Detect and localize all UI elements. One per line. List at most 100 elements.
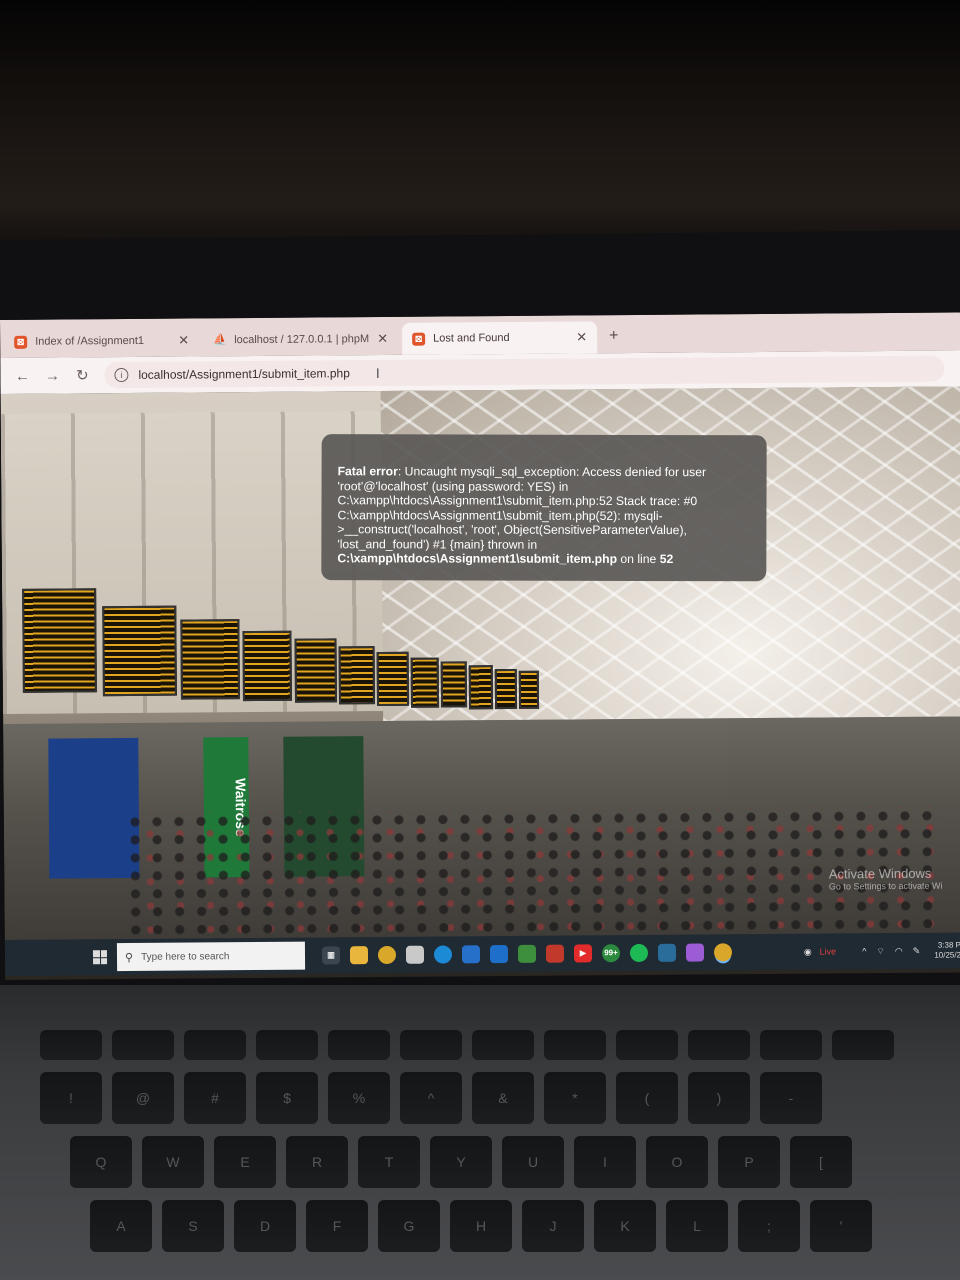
key[interactable]: T: [358, 1136, 420, 1188]
departure-boards: [22, 585, 563, 710]
keyboard: ! @ # $ % ^ & * ( ) - Q W E R T Y U I O …: [40, 1030, 960, 1264]
laptop-screen: ⊠ Index of /Assignment1 ✕ ⛵ localhost / …: [0, 312, 960, 980]
app-icon-2[interactable]: [657, 943, 677, 962]
key[interactable]: G: [378, 1200, 440, 1252]
copilot-icon[interactable]: [685, 943, 705, 962]
windows-taskbar: ⚲ Type here to search ▥ ▶ 99+ ◉ Live ^ ⌔…: [4, 932, 960, 976]
key[interactable]: W: [142, 1136, 204, 1188]
chrome-icon[interactable]: [377, 945, 397, 965]
tab-label: Lost and Found: [433, 331, 510, 345]
pen-icon[interactable]: ✎: [913, 945, 921, 956]
function-key-row: [40, 1030, 960, 1060]
key[interactable]: O: [646, 1136, 708, 1188]
room-background: [0, 0, 960, 240]
live-label[interactable]: Live: [820, 946, 837, 956]
xampp-favicon-icon: ⊠: [412, 332, 426, 346]
key[interactable]: [: [790, 1136, 852, 1188]
file-explorer-icon[interactable]: [349, 946, 369, 965]
key[interactable]: #: [184, 1072, 246, 1124]
phpmyadmin-favicon-icon: ⛵: [213, 333, 227, 346]
key[interactable]: @: [112, 1072, 174, 1124]
laptop-keyboard-deck: ! @ # $ % ^ & * ( ) - Q W E R T Y U I O …: [0, 985, 960, 1280]
key[interactable]: Y: [430, 1136, 492, 1188]
task-view-icon[interactable]: ▥: [321, 946, 341, 965]
key[interactable]: Q: [70, 1136, 132, 1188]
app-icon[interactable]: [517, 944, 537, 963]
key[interactable]: A: [90, 1200, 152, 1252]
page-background-photo: Waitrose Fatal error: Uncaught mysqli_sq…: [0, 386, 960, 944]
key[interactable]: H: [450, 1200, 512, 1252]
key[interactable]: E: [214, 1136, 276, 1188]
edge-icon[interactable]: [433, 945, 453, 964]
new-tab-button[interactable]: +: [609, 327, 618, 345]
system-tray: ◉ Live ^ ⌔ ◠ ✎ 3:38 P 10/25/2: [804, 940, 960, 961]
reload-icon[interactable]: ↻: [74, 366, 90, 384]
error-label: Fatal error: [337, 464, 398, 479]
store-icon[interactable]: [405, 945, 425, 964]
key[interactable]: J: [522, 1200, 584, 1252]
search-placeholder: Type here to search: [141, 950, 230, 963]
key[interactable]: !: [40, 1072, 102, 1124]
key[interactable]: ': [810, 1200, 872, 1252]
pinned-apps: ▥ ▶ 99+: [317, 943, 737, 965]
key[interactable]: ): [688, 1072, 750, 1124]
youtube-icon[interactable]: ▶: [573, 944, 593, 963]
key[interactable]: K: [594, 1200, 656, 1252]
forward-arrow-icon[interactable]: →: [44, 367, 60, 384]
key[interactable]: D: [234, 1200, 296, 1252]
back-arrow-icon[interactable]: ←: [14, 367, 30, 384]
fatal-error-message: Fatal error: Uncaught mysqli_sql_excepti…: [321, 434, 767, 581]
vscode-icon[interactable]: [461, 945, 481, 964]
watermark-title: Activate Windows: [828, 865, 932, 882]
windows-start-icon[interactable]: [92, 950, 108, 965]
crowd: [123, 806, 945, 944]
key[interactable]: &: [472, 1072, 534, 1124]
key[interactable]: S: [162, 1200, 224, 1252]
close-icon[interactable]: ✕: [178, 333, 189, 349]
chevron-up-icon[interactable]: ^: [862, 946, 866, 956]
tab-index-assignment1[interactable]: ⊠ Index of /Assignment1 ✕: [4, 324, 199, 358]
error-on-line-text: on line: [620, 551, 657, 567]
site-info-icon[interactable]: i: [114, 367, 129, 383]
key[interactable]: U: [502, 1136, 564, 1188]
xampp-favicon-icon: ⊠: [14, 335, 28, 349]
tab-label: localhost / 127.0.0.1 | phpMyAd: [234, 333, 370, 347]
key[interactable]: *: [544, 1072, 606, 1124]
error-line-number: 52: [659, 552, 674, 567]
error-file: C:\xampp\htdocs\Assignment1\submit_item.…: [337, 551, 618, 566]
number-key-row: ! @ # $ % ^ & * ( ) -: [40, 1072, 960, 1124]
key[interactable]: I: [574, 1136, 636, 1188]
url-text: localhost/Assignment1/submit_item.php: [138, 366, 350, 382]
key[interactable]: P: [718, 1136, 780, 1188]
key[interactable]: %: [328, 1072, 390, 1124]
key[interactable]: L: [666, 1200, 728, 1252]
tab-phpmyadmin[interactable]: ⛵ localhost / 127.0.0.1 | phpMyAd ✕: [203, 323, 398, 357]
tab-lost-and-found[interactable]: ⊠ Lost and Found ✕: [402, 321, 598, 355]
spotify-icon[interactable]: [629, 943, 649, 963]
text-cursor-icon: I: [375, 365, 380, 382]
key[interactable]: ;: [738, 1200, 800, 1252]
key[interactable]: ^: [400, 1072, 462, 1124]
clock[interactable]: 3:38 P 10/25/2: [934, 940, 960, 960]
network-icon[interactable]: ⌔: [876, 946, 885, 957]
url-field[interactable]: i localhost/Assignment1/submit_item.php …: [104, 355, 945, 389]
mail-icon[interactable]: [489, 945, 509, 964]
taskbar-search-input[interactable]: ⚲ Type here to search: [116, 941, 306, 972]
tab-label: Index of /Assignment1: [35, 334, 145, 348]
qwerty-key-row: Q W E R T Y U I O P [: [70, 1136, 960, 1188]
chrome-active-icon[interactable]: [713, 943, 733, 962]
key[interactable]: F: [306, 1200, 368, 1252]
close-icon[interactable]: ✕: [377, 331, 388, 347]
key[interactable]: -: [760, 1072, 822, 1124]
news-widget-icon[interactable]: ◉: [804, 946, 812, 957]
search-icon: ⚲: [124, 951, 134, 964]
close-icon[interactable]: ✕: [576, 329, 587, 345]
key[interactable]: R: [286, 1136, 348, 1188]
devc-icon[interactable]: [545, 944, 565, 963]
key[interactable]: $: [256, 1072, 318, 1124]
wifi-icon[interactable]: ◠: [895, 945, 903, 956]
whatsapp-icon[interactable]: 99+: [601, 944, 621, 963]
key[interactable]: (: [616, 1072, 678, 1124]
time-text: 3:38 P: [937, 940, 960, 950]
date-text: 10/25/2: [934, 950, 960, 960]
